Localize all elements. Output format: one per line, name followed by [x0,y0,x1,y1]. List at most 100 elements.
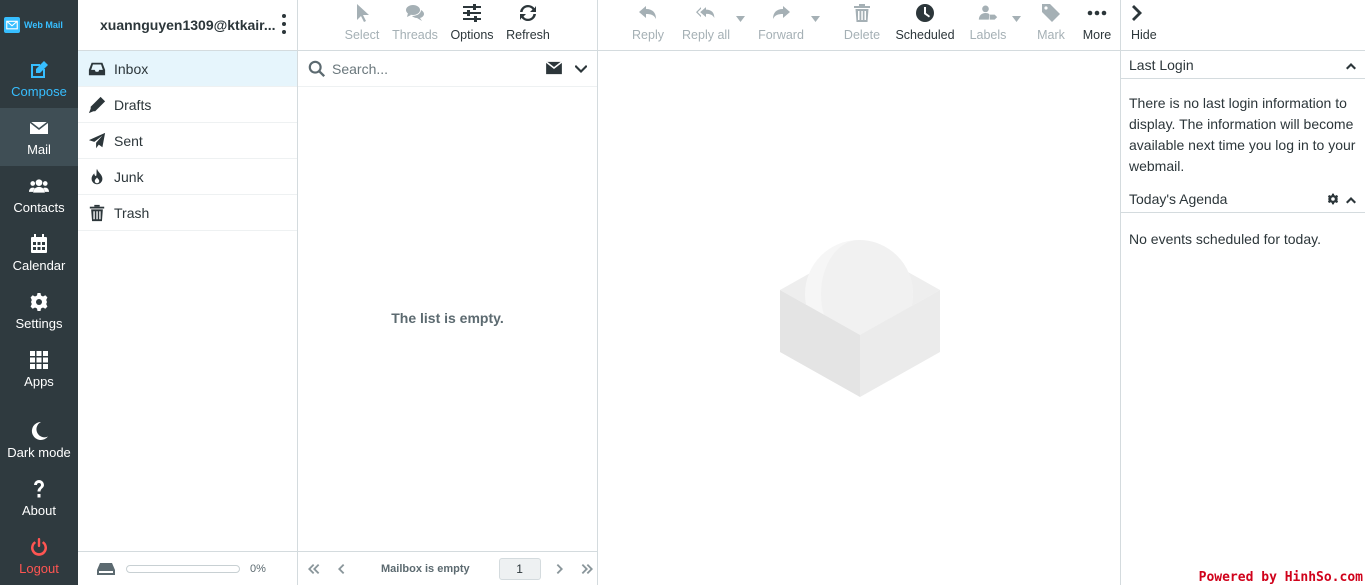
options-button[interactable]: Options [440,0,504,50]
empty-mailbox-illustration-icon [780,240,940,397]
empty-list-message: The list is empty. [391,310,504,326]
envelope-icon [29,120,49,134]
forward-icon [773,6,790,19]
sliders-icon [463,4,481,22]
labels-label: Labels [969,28,1007,42]
nav-calendar-label: Calendar [12,257,66,273]
search-bar [298,51,597,87]
nav-apps[interactable]: Apps [0,340,78,398]
reply-all-button[interactable]: Reply all [676,0,736,50]
comments-icon [406,5,424,21]
mark-label: Mark [1037,28,1065,42]
refresh-button[interactable]: Refresh [504,0,552,50]
agenda-text: No events scheduled for today. [1129,231,1321,247]
scheduled-label: Scheduled [895,28,955,42]
nav-apps-label: Apps [24,373,54,389]
labels-button[interactable]: Labels [964,0,1012,50]
account-menu-icon[interactable] [281,14,287,34]
next-page-icon[interactable] [553,562,567,576]
fire-icon [91,168,103,184]
account-email: xuannguyen1309@ktkair... [100,17,276,33]
folder-trash-label: Trash [114,204,150,221]
clock-icon [916,4,934,22]
folder-sent-label: Sent [114,132,143,149]
folder-junk[interactable]: Junk [78,159,297,195]
account-header: xuannguyen1309@ktkair... [78,0,297,51]
nav-about[interactable]: About [0,469,78,527]
logo[interactable]: Web Mail [0,0,78,50]
refresh-icon [520,4,536,22]
prev-page-icon[interactable] [334,562,348,576]
message-content-panel: Reply Reply all Forward Delete Scheduled [598,0,1121,585]
folder-inbox[interactable]: Inbox [78,51,297,87]
folder-drafts[interactable]: Drafts [78,87,297,123]
gear-icon[interactable] [1327,193,1339,205]
trash-icon [89,204,105,221]
last-page-icon[interactable] [581,562,595,576]
reply-button[interactable]: Reply [626,0,670,50]
user-tag-icon [978,5,998,20]
inbox-icon [88,62,106,75]
nav-compose[interactable]: Compose [0,50,78,108]
chevron-up-icon[interactable] [1345,193,1357,205]
chevron-up-icon[interactable] [1345,59,1357,71]
chevron-down-icon[interactable] [575,62,587,74]
folder-list-panel: xuannguyen1309@ktkair... Inbox Drafts Se… [78,0,298,585]
mark-button[interactable]: Mark [1027,0,1075,50]
more-button[interactable]: More [1075,0,1119,50]
nav-about-label: About [22,502,56,518]
reply-all-label: Reply all [682,28,730,42]
forward-label: Forward [758,28,804,42]
envelope-filter-icon[interactable] [545,61,563,75]
message-toolbar: Reply Reply all Forward Delete Scheduled [598,0,1120,51]
nav-mail[interactable]: Mail [0,108,78,166]
main-nav: Web Mail Compose Mail Contacts Calendar … [0,0,78,585]
delete-button[interactable]: Delete [840,0,884,50]
grid-icon [30,350,48,369]
sidebar-toolbar: Hide [1121,0,1365,51]
paper-plane-icon [88,132,106,148]
pencil-icon [88,96,106,113]
agenda-header[interactable]: Today's Agenda [1121,185,1365,213]
delete-label: Delete [843,28,881,42]
forward-button[interactable]: Forward [751,0,811,50]
labels-caret-icon[interactable] [1012,16,1021,22]
watermark: Powered by HinhSo.com [1196,570,1365,585]
nav-compose-label: Compose [11,83,67,99]
select-button[interactable]: Select [334,0,390,50]
scheduled-button[interactable]: Scheduled [892,0,958,50]
last-login-header[interactable]: Last Login [1121,51,1365,79]
agenda-title: Today's Agenda [1129,190,1228,207]
last-login-title: Last Login [1129,56,1194,73]
folder-trash[interactable]: Trash [78,195,297,231]
nav-dark-mode-label: Dark mode [7,444,71,460]
reply-all-caret-icon[interactable] [736,16,745,22]
folder-junk-label: Junk [114,168,144,185]
nav-logout[interactable]: Logout [0,527,78,585]
nav-dark-mode[interactable]: Dark mode [0,411,78,469]
hide-sidebar-button[interactable]: Hide [1131,0,1157,50]
search-input[interactable] [332,60,522,77]
power-icon [31,537,47,556]
nav-mail-label: Mail [27,141,51,157]
forward-caret-icon[interactable] [811,16,820,22]
nav-settings[interactable]: Settings [0,282,78,340]
folder-sent[interactable]: Sent [78,123,297,159]
first-page-icon[interactable] [306,562,320,576]
quota-bar [126,564,240,573]
quota-percent: 0% [250,562,266,575]
trash-icon [854,4,870,22]
nav-calendar[interactable]: Calendar [0,224,78,282]
drive-icon[interactable] [96,561,116,577]
threads-button[interactable]: Threads [390,0,440,50]
gear-icon [30,292,48,311]
cursor-icon [357,4,369,22]
quota-footer: 0% [78,551,297,585]
hide-label: Hide [1131,28,1157,42]
logo-envelope-icon [4,17,20,33]
more-dots-icon [1087,10,1107,16]
nav-contacts[interactable]: Contacts [0,166,78,224]
select-label: Select [344,28,380,42]
last-login-text: There is no last login information to di… [1129,95,1356,174]
page-number-input[interactable]: 1 [498,557,541,580]
